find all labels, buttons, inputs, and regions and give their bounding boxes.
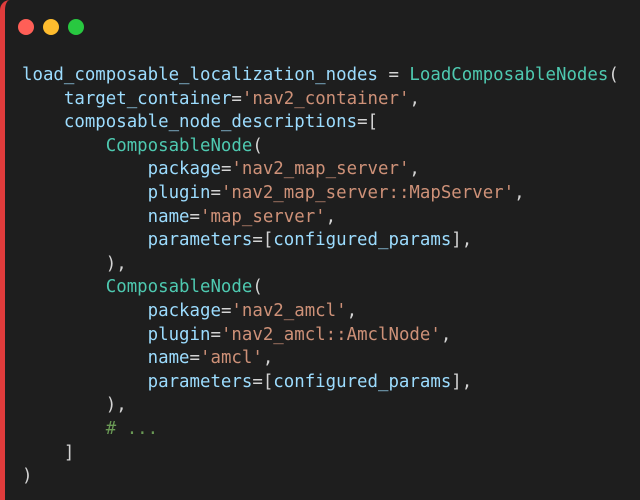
code-token: 'nav2_container' bbox=[241, 88, 410, 109]
code-token: = bbox=[220, 300, 232, 321]
code-line: ComposableNode( bbox=[22, 276, 619, 300]
code-token: = bbox=[189, 206, 201, 227]
code-token: name bbox=[147, 206, 190, 227]
code-line: plugin='nav2_map_server::MapServer', bbox=[22, 182, 619, 206]
code-token: , bbox=[409, 88, 420, 109]
code-line: plugin='nav2_amcl::AmclNode', bbox=[22, 324, 619, 348]
code-token: = bbox=[210, 324, 221, 345]
code-token: , bbox=[262, 348, 274, 369]
maximize-dot-icon[interactable] bbox=[68, 19, 84, 35]
code-token: ) bbox=[22, 466, 33, 487]
code-token: = bbox=[377, 65, 410, 85]
code-token: configured_params bbox=[273, 230, 452, 251]
code-token: 'nav2_map_server' bbox=[231, 159, 410, 180]
code-line: ] bbox=[22, 442, 619, 466]
minimize-dot-icon[interactable] bbox=[43, 19, 59, 35]
code-token: =[ bbox=[252, 371, 274, 392]
code-token: = bbox=[189, 348, 201, 369]
code-line: parameters=[configured_params], bbox=[22, 371, 619, 395]
code-token: 'nav2_amcl' bbox=[231, 300, 347, 321]
code-token: 'map_server' bbox=[200, 206, 326, 227]
code-token: , bbox=[409, 159, 420, 180]
code-token: , bbox=[325, 206, 337, 227]
code-token: ( bbox=[252, 277, 263, 298]
code-token: = bbox=[220, 159, 232, 180]
code-token: parameters bbox=[147, 371, 253, 392]
code-line: package='nav2_map_server', bbox=[22, 158, 619, 182]
code-line: composable_node_descriptions=[ bbox=[22, 111, 619, 135]
code-token: target_container bbox=[63, 88, 232, 109]
code-token: = bbox=[231, 88, 242, 109]
code-token: name bbox=[147, 348, 190, 369]
code-token: ] bbox=[22, 442, 75, 463]
code-token: plugin bbox=[147, 182, 211, 203]
window-controls bbox=[18, 19, 84, 37]
code-token: 'amcl' bbox=[200, 348, 263, 369]
code-line: ) bbox=[22, 465, 619, 489]
code-line: ), bbox=[22, 394, 619, 418]
code-block: load_composable_localization_nodes = Loa… bbox=[22, 64, 619, 489]
code-token: =[ bbox=[357, 112, 379, 133]
code-token: ], bbox=[451, 371, 473, 392]
code-token: ], bbox=[451, 230, 473, 251]
code-token: , bbox=[346, 300, 358, 321]
code-token: , bbox=[514, 182, 525, 203]
code-token: 'nav2_map_server::MapServer' bbox=[220, 182, 515, 203]
code-token: =[ bbox=[252, 230, 274, 251]
code-token: ), bbox=[22, 395, 127, 416]
code-line: target_container='nav2_container', bbox=[22, 88, 619, 112]
code-line: parameters=[configured_params], bbox=[22, 229, 619, 253]
code-token: plugin bbox=[147, 324, 211, 345]
code-token: ( bbox=[608, 65, 619, 85]
code-token: package bbox=[147, 300, 221, 321]
code-token: parameters bbox=[147, 230, 253, 251]
code-line: package='nav2_amcl', bbox=[22, 300, 619, 324]
code-token: 'nav2_amcl::AmclNode' bbox=[220, 324, 441, 345]
code-token: composable_node_descriptions bbox=[63, 112, 358, 133]
code-line: name='amcl', bbox=[22, 347, 619, 371]
code-line: name='map_server', bbox=[22, 206, 619, 230]
code-token: ComposableNode bbox=[105, 135, 253, 156]
code-line: ), bbox=[22, 253, 619, 277]
code-token: configured_params bbox=[273, 371, 452, 392]
code-line: # ... bbox=[22, 418, 619, 442]
code-token: ComposableNode bbox=[105, 277, 253, 298]
code-token: ), bbox=[22, 253, 127, 274]
code-token: ( bbox=[252, 135, 263, 156]
code-token: = bbox=[210, 182, 221, 203]
close-dot-icon[interactable] bbox=[18, 19, 34, 35]
code-window: load_composable_localization_nodes = Loa… bbox=[0, 0, 640, 500]
code-token: load_composable_localization_nodes bbox=[22, 65, 378, 85]
code-line: ComposableNode( bbox=[22, 135, 619, 159]
code-token: package bbox=[147, 159, 221, 180]
code-token: # ... bbox=[105, 418, 159, 439]
code-line: load_composable_localization_nodes = Loa… bbox=[22, 64, 619, 88]
code-token: , bbox=[440, 324, 452, 345]
code-token: LoadComposableNodes bbox=[409, 65, 609, 85]
